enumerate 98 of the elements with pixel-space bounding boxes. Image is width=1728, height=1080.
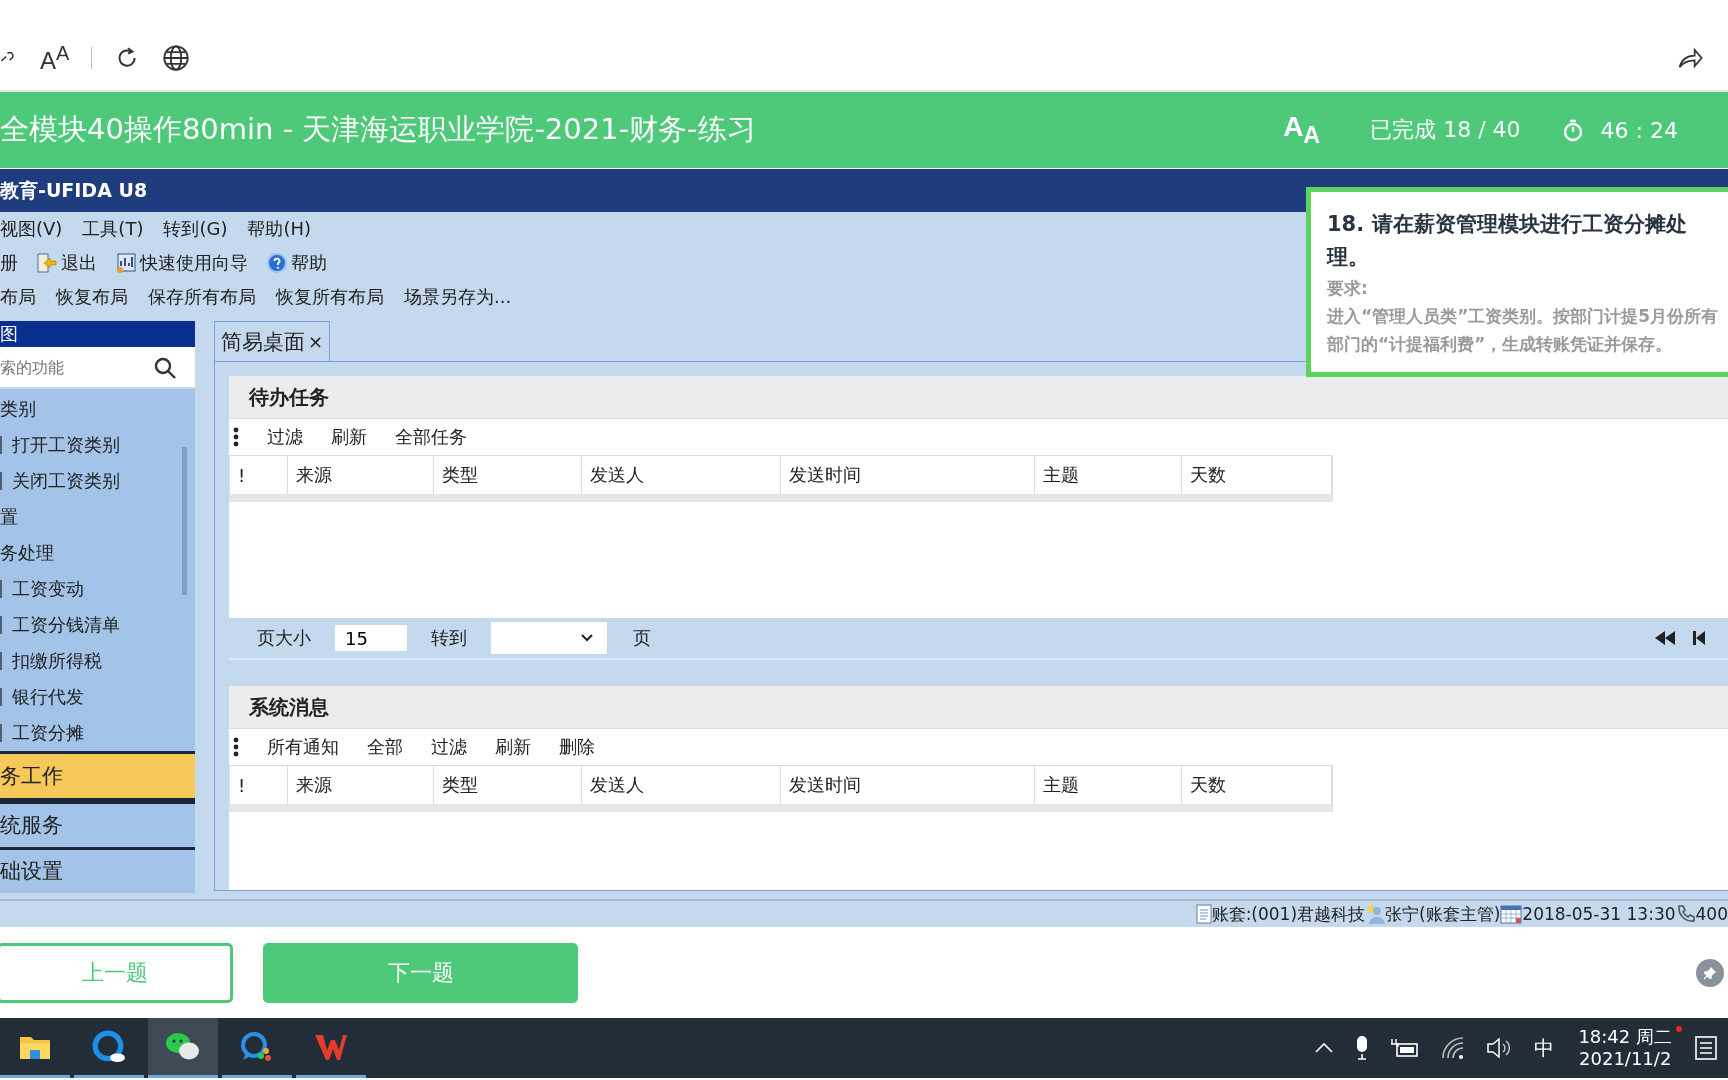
column-header[interactable]: 发送人 — [582, 766, 781, 804]
first-page-icon[interactable] — [1692, 630, 1706, 646]
exit-door-icon — [36, 252, 58, 274]
search-field[interactable]: 索的功能 — [0, 347, 195, 390]
tree-item[interactable]: 工资变动 — [12, 577, 84, 602]
phone-icon — [1675, 904, 1696, 924]
chat-bubble-icon — [240, 1030, 274, 1063]
page-size-label: 页大小 — [257, 626, 311, 650]
panel-action[interactable]: 所有通知 — [267, 735, 339, 759]
sidebar-section[interactable]: 础设置 — [0, 846, 195, 893]
column-header[interactable]: 类型 — [434, 766, 582, 804]
layout-command[interactable]: 恢复布局 — [56, 285, 128, 309]
menu-item[interactable]: 帮助(H) — [247, 217, 311, 241]
globe-icon[interactable] — [162, 44, 191, 72]
menu-item[interactable]: 视图(V) — [0, 217, 63, 241]
panel-action[interactable]: 过滤 — [431, 735, 467, 759]
goto-label: 转到 — [431, 626, 467, 650]
panel-action[interactable]: 全部 — [367, 735, 403, 759]
tree-item[interactable]: 工资分钱清单 — [12, 613, 120, 638]
menu-item[interactable]: 转到(G) — [163, 217, 228, 241]
question-title: 18. 请在薪资管理模块进行工资分摊处理。 — [1327, 211, 1688, 271]
page-label: 页 — [633, 626, 651, 650]
panel-action[interactable]: 过滤 — [267, 425, 303, 449]
help-icon — [266, 252, 288, 274]
toolbar-button[interactable]: 退出 — [61, 251, 97, 275]
status-text: 2018-05-31 13:30 — [1522, 904, 1676, 924]
status-text: 账套:(001)君越科技 — [1211, 902, 1366, 926]
layout-command[interactable]: 场景另存为... — [404, 285, 512, 309]
requirement-label: 要求: — [1327, 277, 1369, 300]
chevron-up-icon[interactable] — [1314, 1042, 1335, 1054]
toolbar-button[interactable]: 册 — [0, 251, 18, 275]
column-header[interactable]: 主题 — [1035, 456, 1182, 494]
scrollbar[interactable] — [182, 447, 187, 596]
column-header[interactable]: ! — [230, 456, 288, 494]
column-header[interactable]: 发送人 — [582, 456, 781, 494]
panel-action[interactable]: 全部任务 — [395, 425, 467, 449]
chevron-down-icon — [581, 634, 593, 642]
tree-item[interactable]: 类别 — [0, 391, 195, 428]
close-icon[interactable]: × — [308, 331, 324, 352]
column-header[interactable]: 天数 — [1182, 766, 1332, 804]
browser-icon — [92, 1029, 126, 1064]
sidebar-header: 图 — [0, 321, 195, 348]
panel-title: 待办任务 — [249, 383, 329, 411]
more-icon[interactable] — [233, 427, 239, 447]
clock-date: 2021/11/2 — [1579, 1048, 1672, 1070]
pin-button[interactable] — [1696, 958, 1724, 987]
wizard-icon — [115, 252, 137, 274]
column-header[interactable]: 主题 — [1035, 766, 1182, 804]
column-header[interactable]: 天数 — [1182, 456, 1332, 494]
clock[interactable]: 18:42 周二 2021/11/2 — [1578, 1026, 1672, 1070]
column-header[interactable]: ! — [230, 766, 288, 804]
calendar-icon — [1500, 904, 1523, 924]
tree-item[interactable]: 务处理 — [0, 535, 195, 572]
column-header[interactable]: 来源 — [288, 766, 434, 804]
tree-item[interactable]: 银行代发 — [12, 685, 84, 710]
panel-action[interactable]: 刷新 — [495, 735, 531, 759]
menu-item[interactable]: 工具(T) — [82, 217, 144, 241]
status-text: 张宁(账套主管) — [1385, 902, 1501, 926]
panel-title: 系统消息 — [249, 693, 329, 721]
rewind-icon[interactable] — [1654, 630, 1676, 646]
toolbar-button[interactable]: 快速使用向导 — [140, 251, 248, 275]
sidebar-section[interactable]: 务工作 — [0, 751, 195, 801]
tree-item[interactable]: 关闭工资类别 — [12, 469, 120, 494]
tree-item[interactable]: 打开工资类别 — [12, 433, 120, 458]
tree-item[interactable]: 工资分摊 — [12, 721, 84, 746]
volume-icon[interactable] — [1486, 1036, 1513, 1060]
exam-title: 全模块40操作80min - 天津海运职业学院-2021-财务-练习 — [0, 111, 756, 148]
clock-time: 18:42 周二 — [1578, 1026, 1672, 1048]
status-text: 400 — [1695, 904, 1728, 924]
input-method-indicator[interactable]: 中 — [1534, 1034, 1555, 1062]
panel-action[interactable]: 刷新 — [331, 425, 367, 449]
tab[interactable]: 简易桌面× — [214, 321, 331, 361]
toolbar-button[interactable]: 帮助 — [291, 251, 327, 275]
sidebar-section[interactable]: 统服务 — [0, 800, 195, 847]
layout-command[interactable]: 恢复所有布局 — [276, 285, 384, 309]
layout-command[interactable]: 布局 — [0, 285, 36, 309]
tree-item[interactable]: 扣缴所得税 — [12, 649, 102, 674]
taskbar-app[interactable] — [148, 1018, 218, 1078]
column-header[interactable]: 类型 — [434, 456, 582, 494]
tree-item[interactable]: 置 — [0, 499, 195, 536]
progress-text: 已完成 18 / 40 — [1370, 116, 1521, 144]
column-header[interactable]: 来源 — [288, 456, 434, 494]
notification-center-icon[interactable] — [1694, 1035, 1718, 1061]
column-header[interactable]: 发送时间 — [781, 456, 1035, 494]
timer-text: 46 : 24 — [1600, 117, 1678, 143]
font-size-button[interactable]: A$^{A}$ — [40, 41, 70, 75]
pin-icon — [1703, 965, 1717, 980]
page-size-field[interactable]: 15 — [335, 625, 407, 651]
more-icon[interactable] — [233, 737, 239, 757]
search-icon[interactable] — [153, 356, 177, 381]
panel-action[interactable]: 删除 — [559, 735, 595, 759]
document-icon — [1195, 904, 1212, 924]
user-icon — [1365, 904, 1386, 924]
battery-icon[interactable] — [1390, 1037, 1421, 1059]
requirement-text: 进入“管理人员类”工资类别。按部门计提5月份所有部门的“计提福利费”，生成转账凭证并保存。 — [1327, 305, 1720, 356]
layout-command[interactable]: 保存所有布局 — [148, 285, 256, 309]
notification-dot — [1676, 1026, 1682, 1032]
column-header[interactable]: 发送时间 — [781, 766, 1035, 804]
